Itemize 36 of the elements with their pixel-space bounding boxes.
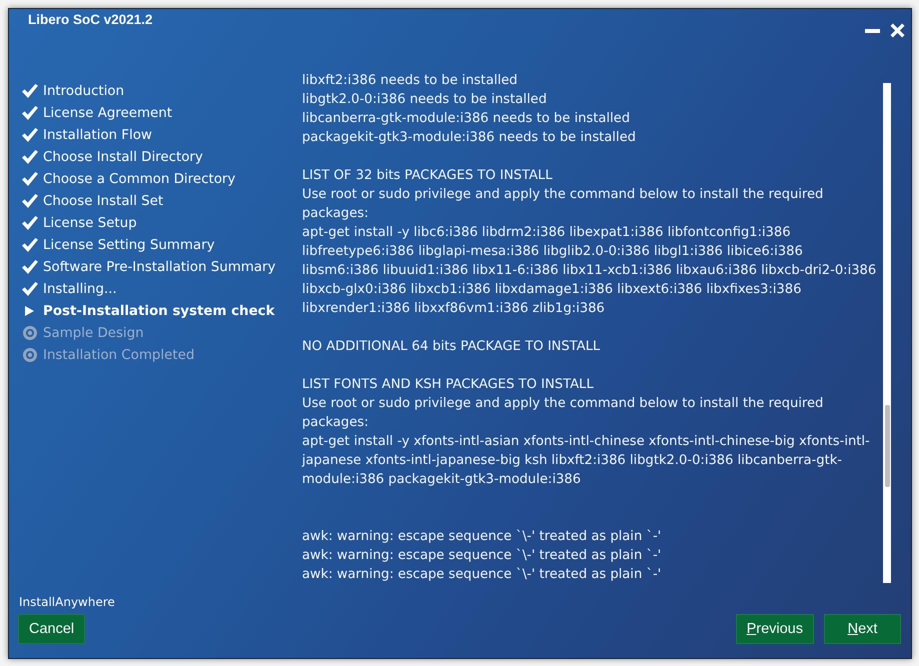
log-text: LIST FONTS AND KSH PACKAGES TO INSTALL — [302, 376, 595, 394]
step-label: Installing... — [43, 280, 117, 298]
step-label: Sample Design — [43, 324, 144, 342]
log-text: awk: warning: escape sequence `\-' treated as plain `-' — [302, 528, 662, 546]
window-title: Libero SoC v2021.2 — [28, 12, 153, 28]
log-text: NO ADDITIONAL 64 bits PACKAGE TO INSTALL — [302, 338, 602, 356]
step-label: Installation Flow — [43, 126, 152, 144]
step-label: Choose Install Set — [43, 192, 164, 210]
step-label: Choose Install Directory — [43, 148, 203, 166]
log-text: libgtk2.0-0:i386 needs to be installed — [302, 91, 548, 109]
step-label: License Agreement — [43, 104, 172, 122]
log-text: apt-get install -y libc6:i386 libdrm2:i386 libexpat1:i386 libfontconfig1:i386 libfreetype6:i386 libglapi-mesa:i386 libglib2.0-0:i386 libgl1:i386 libice6:i386 libsm6:i386 libuuid1:i386 libx11-6:i386 libx11-xcb1:i386 libxau6:i386 libxcb-dri2-0:i386 libxcb-glx0:i386 libxcb1:i386 libxdamage1:i386 libxext6:i386 libxfixes3:i386 libxrender1:i386 libxxf86vm1:i386 zlib1g:i386 — [302, 224, 878, 318]
log-text: awk: warning: escape sequence `\-' treated as plain `-' — [302, 547, 662, 565]
step-label: License Setup — [43, 214, 137, 232]
log-text: libxft2:i386 needs to be installed — [302, 72, 518, 90]
step-label: License Setting Summary — [43, 236, 215, 254]
next-button[interactable]: Next — [824, 614, 901, 644]
log-text: Use root or sudo privilege and apply the command below to install the required packages: — [302, 186, 824, 223]
log-text: Use root or sudo privilege and apply the command below to install the required packages: — [302, 395, 824, 432]
close-icon[interactable] — [890, 23, 905, 38]
log-text: LIST OF 32 bits PACKAGES TO INSTALL — [302, 167, 554, 185]
log-text: packagekit-gtk3-module:i386 needs to be installed — [302, 129, 637, 147]
minimize-icon[interactable] — [865, 28, 880, 32]
step-label: Post-Installation system check — [43, 302, 275, 320]
step-label: Introduction — [43, 82, 124, 100]
log-text: libcanberra-gtk-module:i386 needs to be installed — [302, 110, 631, 128]
scrollbar-thumb[interactable] — [885, 405, 890, 487]
log-text: apt-get install -y xfonts-intl-asian xfonts-intl-chinese xfonts-intl-chinese-big xfonts-intl-japanese xfonts-intl-japanese-big ksh libxft2:i386 libgtk2.0-0:i386 libcanberra-gtk-module:i386 packagekit-gtk3-module:i386 — [302, 433, 871, 489]
step-label: Choose a Common Directory — [43, 170, 236, 188]
step-label: Software Pre-Installation Summary — [43, 258, 276, 276]
previous-button[interactable]: Previous — [736, 614, 814, 644]
log-text: awk: warning: escape sequence `\-' treated as plain `-' — [302, 566, 662, 584]
installer-brand-label: InstallAnywhere — [19, 595, 115, 609]
cancel-button[interactable]: Cancel — [18, 614, 86, 644]
scrollbar[interactable] — [883, 83, 891, 583]
step-label: Installation Completed — [43, 346, 194, 364]
